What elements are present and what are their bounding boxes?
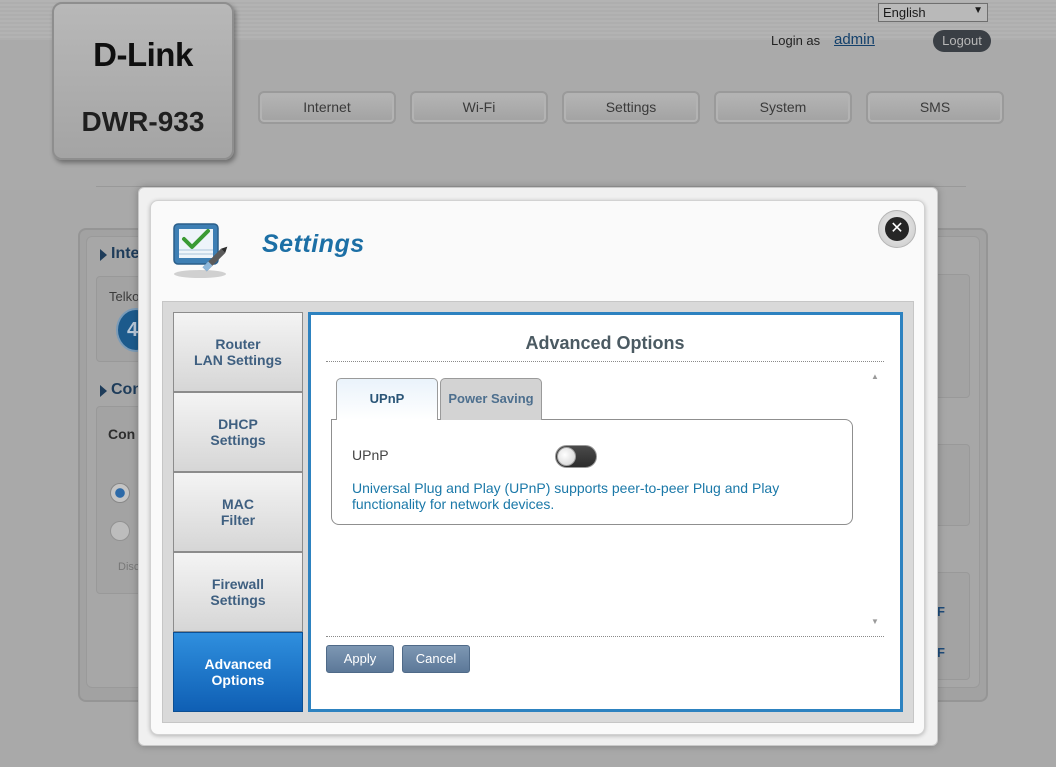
language-select[interactable]: English ▼ <box>878 3 988 22</box>
language-value: English <box>883 5 926 20</box>
nav-tab-sms[interactable]: SMS <box>866 91 1004 124</box>
close-button[interactable]: ✕ <box>878 210 916 248</box>
nav-tab-settings[interactable]: Settings <box>562 91 700 124</box>
modal-title: Settings <box>262 230 365 258</box>
right-label-f1: F <box>937 604 945 619</box>
footer-divider <box>326 636 884 637</box>
tab-power-saving[interactable]: Power Saving <box>440 378 542 420</box>
vertical-scrollbar[interactable]: ▲ ▼ <box>869 370 882 628</box>
nav-tab-internet[interactable]: Internet <box>258 91 396 124</box>
radio-connect[interactable] <box>110 483 130 503</box>
sidebar-item-advanced-options[interactable]: Advanced Options <box>173 632 303 712</box>
sidebar-item-dhcp-settings[interactable]: DHCP Settings <box>173 392 303 472</box>
content-title: Advanced Options <box>525 333 685 353</box>
scroll-down-icon[interactable]: ▼ <box>871 617 879 626</box>
close-icon: ✕ <box>885 217 909 241</box>
sidebar-item-mac-filter[interactable]: MAC Filter <box>173 472 303 552</box>
model-name: DWR-933 <box>81 106 205 137</box>
chevron-down-icon: ▼ <box>973 5 983 16</box>
upnp-toggle[interactable] <box>555 445 597 468</box>
nav-tab-wifi[interactable]: Wi-Fi <box>410 91 548 124</box>
toggle-knob <box>557 447 576 466</box>
settings-checklist-icon <box>170 218 232 280</box>
connection-label: Con <box>108 426 136 442</box>
scroll-up-icon[interactable]: ▲ <box>871 372 879 381</box>
expand-arrow-icon <box>100 385 107 397</box>
disconnect-label: Disc <box>118 561 140 573</box>
radio-disconnect[interactable] <box>110 521 130 541</box>
upnp-label: UPnP <box>352 447 389 463</box>
login-label: Login as <box>771 33 821 48</box>
right-label-f2: F <box>937 645 945 660</box>
expand-arrow-icon <box>100 249 107 261</box>
tab-upnp[interactable]: UPnP <box>336 378 438 420</box>
login-user-link[interactable]: admin <box>834 31 875 48</box>
nav-tab-system[interactable]: System <box>714 91 852 124</box>
internet-section-title: Inte <box>111 245 140 262</box>
logout-button[interactable]: Logout <box>933 30 991 52</box>
sidebar-item-router-lan-settings[interactable]: Router LAN Settings <box>173 312 303 392</box>
dlink-logo: D-Link DWR-933 <box>52 2 234 160</box>
sidebar-item-firewall-settings[interactable]: Firewall Settings <box>173 552 303 632</box>
apply-button[interactable]: Apply <box>326 645 394 673</box>
title-divider <box>326 361 884 362</box>
provider-name: Telko <box>109 289 140 304</box>
brand-name: D-Link <box>93 36 193 73</box>
cancel-button[interactable]: Cancel <box>402 645 470 673</box>
upnp-description: Universal Plug and Play (UPnP) supports … <box>352 480 780 512</box>
